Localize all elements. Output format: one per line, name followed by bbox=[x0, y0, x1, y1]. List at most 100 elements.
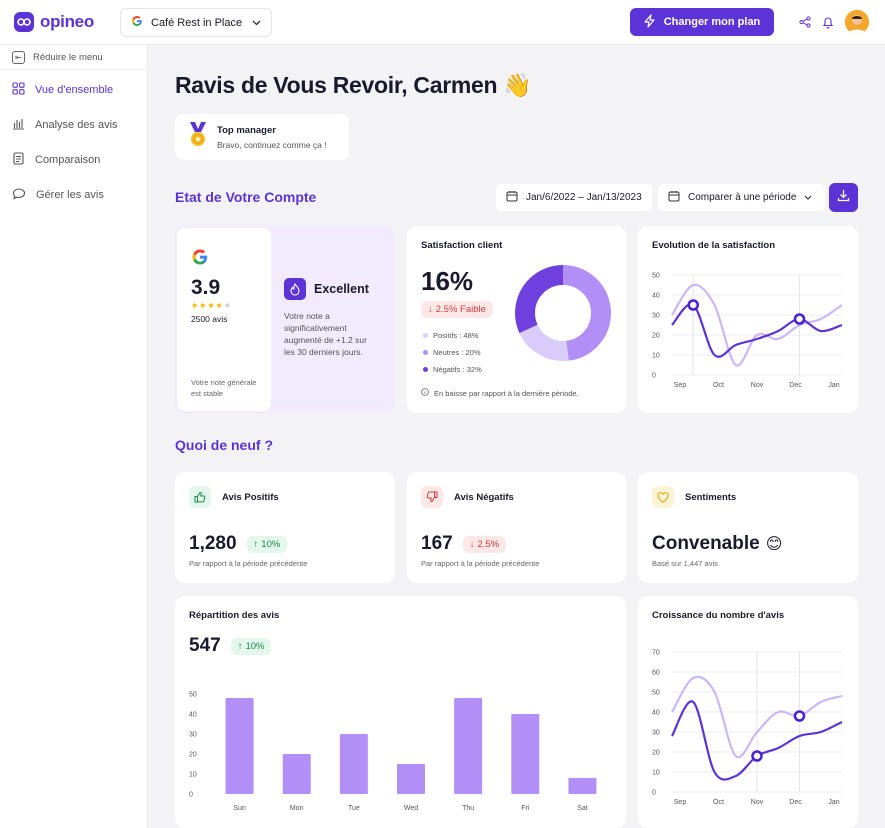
series-line bbox=[671, 283, 843, 367]
distribution-change: 10% bbox=[245, 640, 265, 652]
satisfaction-title: Satisfaction client bbox=[421, 240, 503, 251]
rating-score: 3.9 bbox=[191, 276, 221, 299]
collapse-menu-button[interactable]: ⇤ Réduire le menu bbox=[12, 51, 103, 64]
google-icon bbox=[191, 248, 209, 271]
sentiment-metric: Convenable 😊 bbox=[652, 533, 782, 555]
x-tick-label: Nov bbox=[751, 799, 764, 806]
arrow-down-icon: ↓ bbox=[428, 304, 433, 315]
business-selector[interactable]: Café Rest in Place bbox=[120, 8, 272, 37]
legend-label: Négatifs : 32% bbox=[433, 365, 482, 374]
logo[interactable]: opineo bbox=[14, 12, 94, 32]
sidebar-item-review-analysis[interactable]: Analyse des avis bbox=[12, 117, 118, 133]
sidebar-item-overview[interactable]: Vue d'ensemble bbox=[12, 82, 113, 98]
avatar[interactable] bbox=[845, 10, 869, 34]
greeting-text: Ravis de Vous Revoir, Carmen bbox=[175, 72, 498, 98]
flame-icon bbox=[284, 278, 306, 300]
y-tick-label: 0 bbox=[189, 792, 193, 799]
bell-icon[interactable] bbox=[820, 14, 836, 30]
wave-emoji: 👋 bbox=[503, 72, 532, 98]
data-point-marker bbox=[751, 750, 763, 762]
thumbs-up-icon bbox=[189, 486, 211, 508]
legend-dot bbox=[423, 333, 428, 338]
sidebar-item-label: Comparaison bbox=[35, 154, 101, 166]
excellent-indicator: Excellent bbox=[284, 278, 369, 300]
x-tick-label: Nov bbox=[751, 382, 764, 389]
negative-reviews-card: Avis Négatifs 167 ↓ 2.5% Par rapport à la… bbox=[407, 472, 626, 583]
compare-period-label: Comparer à une période bbox=[688, 192, 797, 203]
heart-icon bbox=[652, 486, 674, 508]
top-manager-badge: Top manager Bravo, continuez comme ça ! bbox=[175, 114, 349, 160]
footnote-text: En baisse par rapport à la dernière péri… bbox=[434, 388, 579, 398]
legend-dot bbox=[423, 367, 428, 372]
sentiment-value: Convenable bbox=[652, 533, 760, 554]
sidebar-item-manage-reviews[interactable]: Gérer les avis bbox=[12, 187, 104, 203]
y-tick-label: 50 bbox=[652, 273, 660, 280]
data-point-marker bbox=[687, 299, 699, 311]
positive-metric: 1,280 ↑ 10% bbox=[189, 533, 288, 555]
top-bar: opineo Café Rest in Place Changer mon pl… bbox=[0, 0, 885, 45]
sidebar-item-label: Vue d'ensemble bbox=[35, 84, 114, 96]
negative-metric: 167 ↓ 2.5% bbox=[421, 533, 507, 555]
y-tick-label: 50 bbox=[189, 692, 197, 699]
chevron-down-icon bbox=[804, 192, 812, 203]
change-plan-label: Changer mon plan bbox=[663, 16, 761, 28]
evolution-title: Evolution de la satisfaction bbox=[652, 240, 775, 251]
download-icon bbox=[837, 189, 850, 207]
x-tick-label: Sat bbox=[577, 805, 588, 812]
smile-emoji: 😊 bbox=[765, 536, 783, 553]
change-plan-button[interactable]: Changer mon plan bbox=[630, 8, 774, 36]
y-tick-label: 10 bbox=[189, 772, 197, 779]
growth-title: Croissance du nombre d'avis bbox=[652, 610, 785, 621]
bar bbox=[454, 698, 483, 794]
distribution-change-badge: ↑ 10% bbox=[230, 637, 272, 655]
satisfaction-value: 16% bbox=[421, 266, 474, 296]
y-tick-label: 60 bbox=[652, 670, 660, 677]
satisfaction-donut-chart bbox=[515, 265, 611, 361]
review-count: 2500 avis bbox=[191, 314, 228, 324]
bar bbox=[568, 778, 597, 794]
bar bbox=[397, 764, 425, 794]
x-tick-label: Fri bbox=[521, 805, 530, 812]
x-tick-label: Oct bbox=[713, 382, 724, 389]
distribution-value: 547 bbox=[189, 635, 221, 656]
date-range-picker[interactable]: Jan/6/2022 – Jan/13/2023 bbox=[496, 184, 652, 211]
y-tick-label: 20 bbox=[652, 333, 660, 340]
star-rating: ★★★★★ bbox=[191, 301, 232, 310]
x-tick-label: Oct bbox=[713, 799, 724, 806]
arrow-up-icon: ↑ bbox=[253, 538, 259, 550]
positive-reviews-card: Avis Positifs 1,280 ↑ 10% Par rapport à l… bbox=[175, 472, 395, 583]
x-tick-label: Dec bbox=[789, 799, 802, 806]
grid-icon bbox=[12, 82, 25, 98]
growth-card: Croissance du nombre d'avis 0 10 20 30 40 50 6… bbox=[638, 596, 858, 828]
compare-period-select[interactable]: Comparer à une période bbox=[658, 184, 825, 211]
chevron-down-icon bbox=[252, 17, 261, 29]
satisfaction-footnote: En baisse par rapport à la dernière péri… bbox=[421, 388, 579, 398]
x-tick-label: Sep bbox=[674, 799, 687, 806]
x-tick-label: Jan bbox=[828, 799, 839, 806]
badge-title: Top manager bbox=[217, 124, 276, 136]
y-tick-label: 20 bbox=[189, 752, 197, 759]
x-tick-label: Tue bbox=[348, 805, 360, 812]
badge-subtitle: Bravo, continuez comme ça ! bbox=[217, 139, 327, 150]
google-icon bbox=[131, 15, 143, 30]
satisfaction-legend: Positifs : 48% Neutres : 20% Négatifs : … bbox=[423, 331, 482, 382]
sidebar-item-comparison[interactable]: Comparaison bbox=[12, 152, 100, 168]
share-icon[interactable] bbox=[797, 14, 813, 30]
y-tick-label: 30 bbox=[652, 730, 660, 737]
legend-item-neutral: Neutres : 20% bbox=[423, 348, 482, 357]
sidebar-divider bbox=[0, 69, 148, 70]
rating-summary: 3.9 ★★★★★ 2500 avis Votre note générale … bbox=[177, 228, 271, 411]
distribution-metric: 547 ↑ 10% bbox=[189, 635, 272, 657]
y-tick-label: 40 bbox=[652, 710, 660, 717]
sentiment-sub: Basé sur 1,447 avis bbox=[652, 559, 718, 568]
y-tick-label: 20 bbox=[652, 750, 660, 757]
calendar-icon bbox=[668, 190, 680, 205]
business-name: Café Rest in Place bbox=[151, 16, 243, 29]
download-button[interactable] bbox=[829, 183, 858, 212]
collapse-icon: ⇤ bbox=[12, 51, 25, 64]
growth-line-chart: 0 10 20 30 40 50 60 70 Sep Oct Nov Dec Jan bbox=[652, 650, 843, 806]
y-tick-label: 0 bbox=[652, 373, 656, 380]
bar bbox=[225, 698, 254, 794]
x-tick-label: Sep bbox=[674, 382, 687, 389]
negative-change: 2.5% bbox=[477, 538, 500, 550]
